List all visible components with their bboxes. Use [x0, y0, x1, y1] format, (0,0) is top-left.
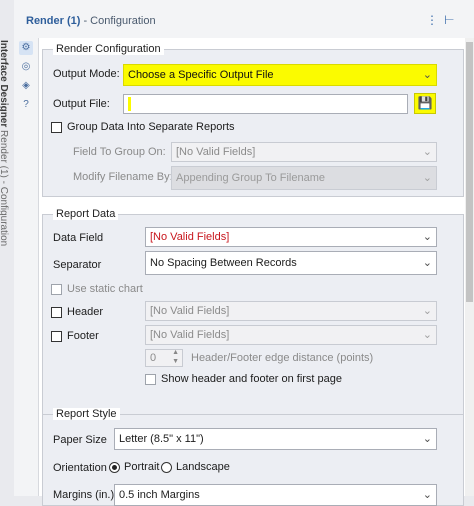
separator-label: Separator	[53, 259, 102, 271]
static-chart-label: Use static chart	[67, 283, 143, 295]
side-rail-label: Interface Designer Render (1) - Configur…	[0, 40, 9, 246]
gear-icon[interactable]: ⚙	[19, 41, 33, 55]
landscape-radio[interactable]	[161, 462, 172, 473]
rail-rest-text: Render (1) - Configuration	[0, 130, 9, 247]
panel-title: Render (1) - Configuration	[26, 15, 156, 27]
output-mode-select[interactable]: Choose a Specific Output File ⌄	[123, 64, 437, 86]
modify-filename-value: Appending Group To Filename	[176, 172, 326, 184]
modify-filename-select[interactable]: Appending Group To Filename ⌄	[171, 166, 437, 190]
header-value: [No Valid Fields]	[150, 305, 230, 317]
panel-header: Render (1) - Configuration ⋮ ⊢	[14, 0, 474, 39]
header-checkbox[interactable]	[51, 307, 62, 318]
output-file-input[interactable]	[123, 94, 408, 114]
data-field-label: Data Field	[53, 232, 104, 244]
group-data-checkbox[interactable]	[51, 122, 62, 133]
scrollbar-thumb[interactable]	[466, 42, 473, 302]
field-to-group-value: [No Valid Fields]	[176, 146, 256, 158]
text-caret	[128, 97, 131, 112]
vertical-scrollbar[interactable]	[465, 38, 474, 496]
data-field-select[interactable]: [No Valid Fields] ⌄	[145, 227, 437, 247]
chevron-down-icon: ⌄	[422, 146, 432, 158]
help-icon[interactable]: ?	[19, 98, 33, 112]
section-title-report-style: Report Style	[53, 408, 120, 420]
separator-select[interactable]: No Spacing Between Records ⌄	[145, 251, 437, 275]
output-file-label: Output File:	[53, 98, 110, 110]
margins-value: 0.5 inch Margins	[119, 489, 200, 501]
show-first-page-checkbox[interactable]	[145, 374, 156, 385]
edge-distance-value: 0	[150, 352, 157, 364]
show-first-page-label: Show header and footer on first page	[161, 373, 343, 385]
section-title-report-data: Report Data	[53, 208, 119, 220]
target-icon[interactable]: ◎	[19, 60, 33, 74]
field-to-group-label: Field To Group On:	[73, 146, 166, 158]
section-title-render-configuration: Render Configuration	[53, 43, 164, 55]
render-configuration-section: Render Configuration Output Mode: Choose…	[42, 43, 464, 197]
footer-select[interactable]: [No Valid Fields] ⌄	[145, 325, 437, 345]
separator-value: No Spacing Between Records	[150, 257, 297, 269]
edge-distance-stepper[interactable]: 0 ▲ ▼	[145, 349, 183, 367]
report-data-section: Report Data Data Field [No Valid Fields]…	[42, 208, 464, 431]
chevron-down-icon: ⌄	[422, 329, 432, 341]
data-field-value: [No Valid Fields]	[150, 231, 230, 243]
modify-filename-label: Modify Filename By:	[73, 171, 173, 183]
landscape-label: Landscape	[176, 461, 230, 473]
output-mode-label: Output Mode:	[53, 68, 120, 80]
config-content: Render Configuration Output Mode: Choose…	[39, 38, 474, 506]
chevron-down-icon: ⌄	[422, 69, 432, 81]
pin-icon[interactable]: ⊢	[444, 13, 454, 27]
chevron-down-icon: ⌄	[422, 433, 432, 445]
portrait-radio[interactable]	[109, 462, 120, 473]
field-to-group-select[interactable]: [No Valid Fields] ⌄	[171, 142, 437, 162]
tag-icon[interactable]: ◈	[19, 79, 33, 93]
paper-size-label: Paper Size	[53, 434, 107, 446]
paper-size-value: Letter (8.5" x 11")	[119, 433, 204, 445]
paper-size-select[interactable]: Letter (8.5" x 11") ⌄	[114, 428, 437, 450]
side-rail: Interface Designer Render (1) - Configur…	[0, 0, 15, 496]
chevron-down-icon: ⌄	[422, 172, 432, 184]
stepper-arrows-icon[interactable]: ▲ ▼	[172, 348, 179, 366]
chevron-down-icon: ⌄	[422, 489, 432, 501]
tool-icon-bar: ⚙ ◎ ◈ ?	[14, 38, 39, 496]
menu-icon[interactable]: ⋮	[426, 13, 438, 27]
output-mode-value: Choose a Specific Output File	[128, 69, 274, 81]
margins-select[interactable]: 0.5 inch Margins ⌄	[114, 484, 437, 506]
panel-title-tool: Render (1)	[26, 15, 81, 27]
orientation-label: Orientation	[53, 462, 107, 474]
margins-label: Margins (in.)	[53, 489, 115, 501]
header-select[interactable]: [No Valid Fields] ⌄	[145, 301, 437, 321]
chevron-down-icon: ⌄	[422, 231, 432, 243]
save-file-icon[interactable]: 💾	[414, 93, 436, 114]
header-label: Header	[67, 306, 104, 318]
chevron-down-icon: ⌄	[422, 305, 432, 317]
static-chart-checkbox[interactable]	[51, 284, 62, 295]
portrait-label: Portrait	[124, 461, 160, 473]
footer-label: Footer	[67, 330, 99, 342]
chevron-down-icon: ⌄	[422, 257, 432, 269]
footer-checkbox[interactable]	[51, 331, 62, 342]
group-data-label: Group Data Into Separate Reports	[67, 121, 235, 133]
panel-title-section: - Configuration	[80, 15, 156, 27]
edge-distance-label: Header/Footer edge distance (points)	[191, 352, 374, 364]
report-style-section: Report Style Paper Size Letter (8.5" x 1…	[42, 408, 464, 506]
rail-bold-text: Interface Designer	[0, 40, 9, 128]
footer-value: [No Valid Fields]	[150, 329, 230, 341]
